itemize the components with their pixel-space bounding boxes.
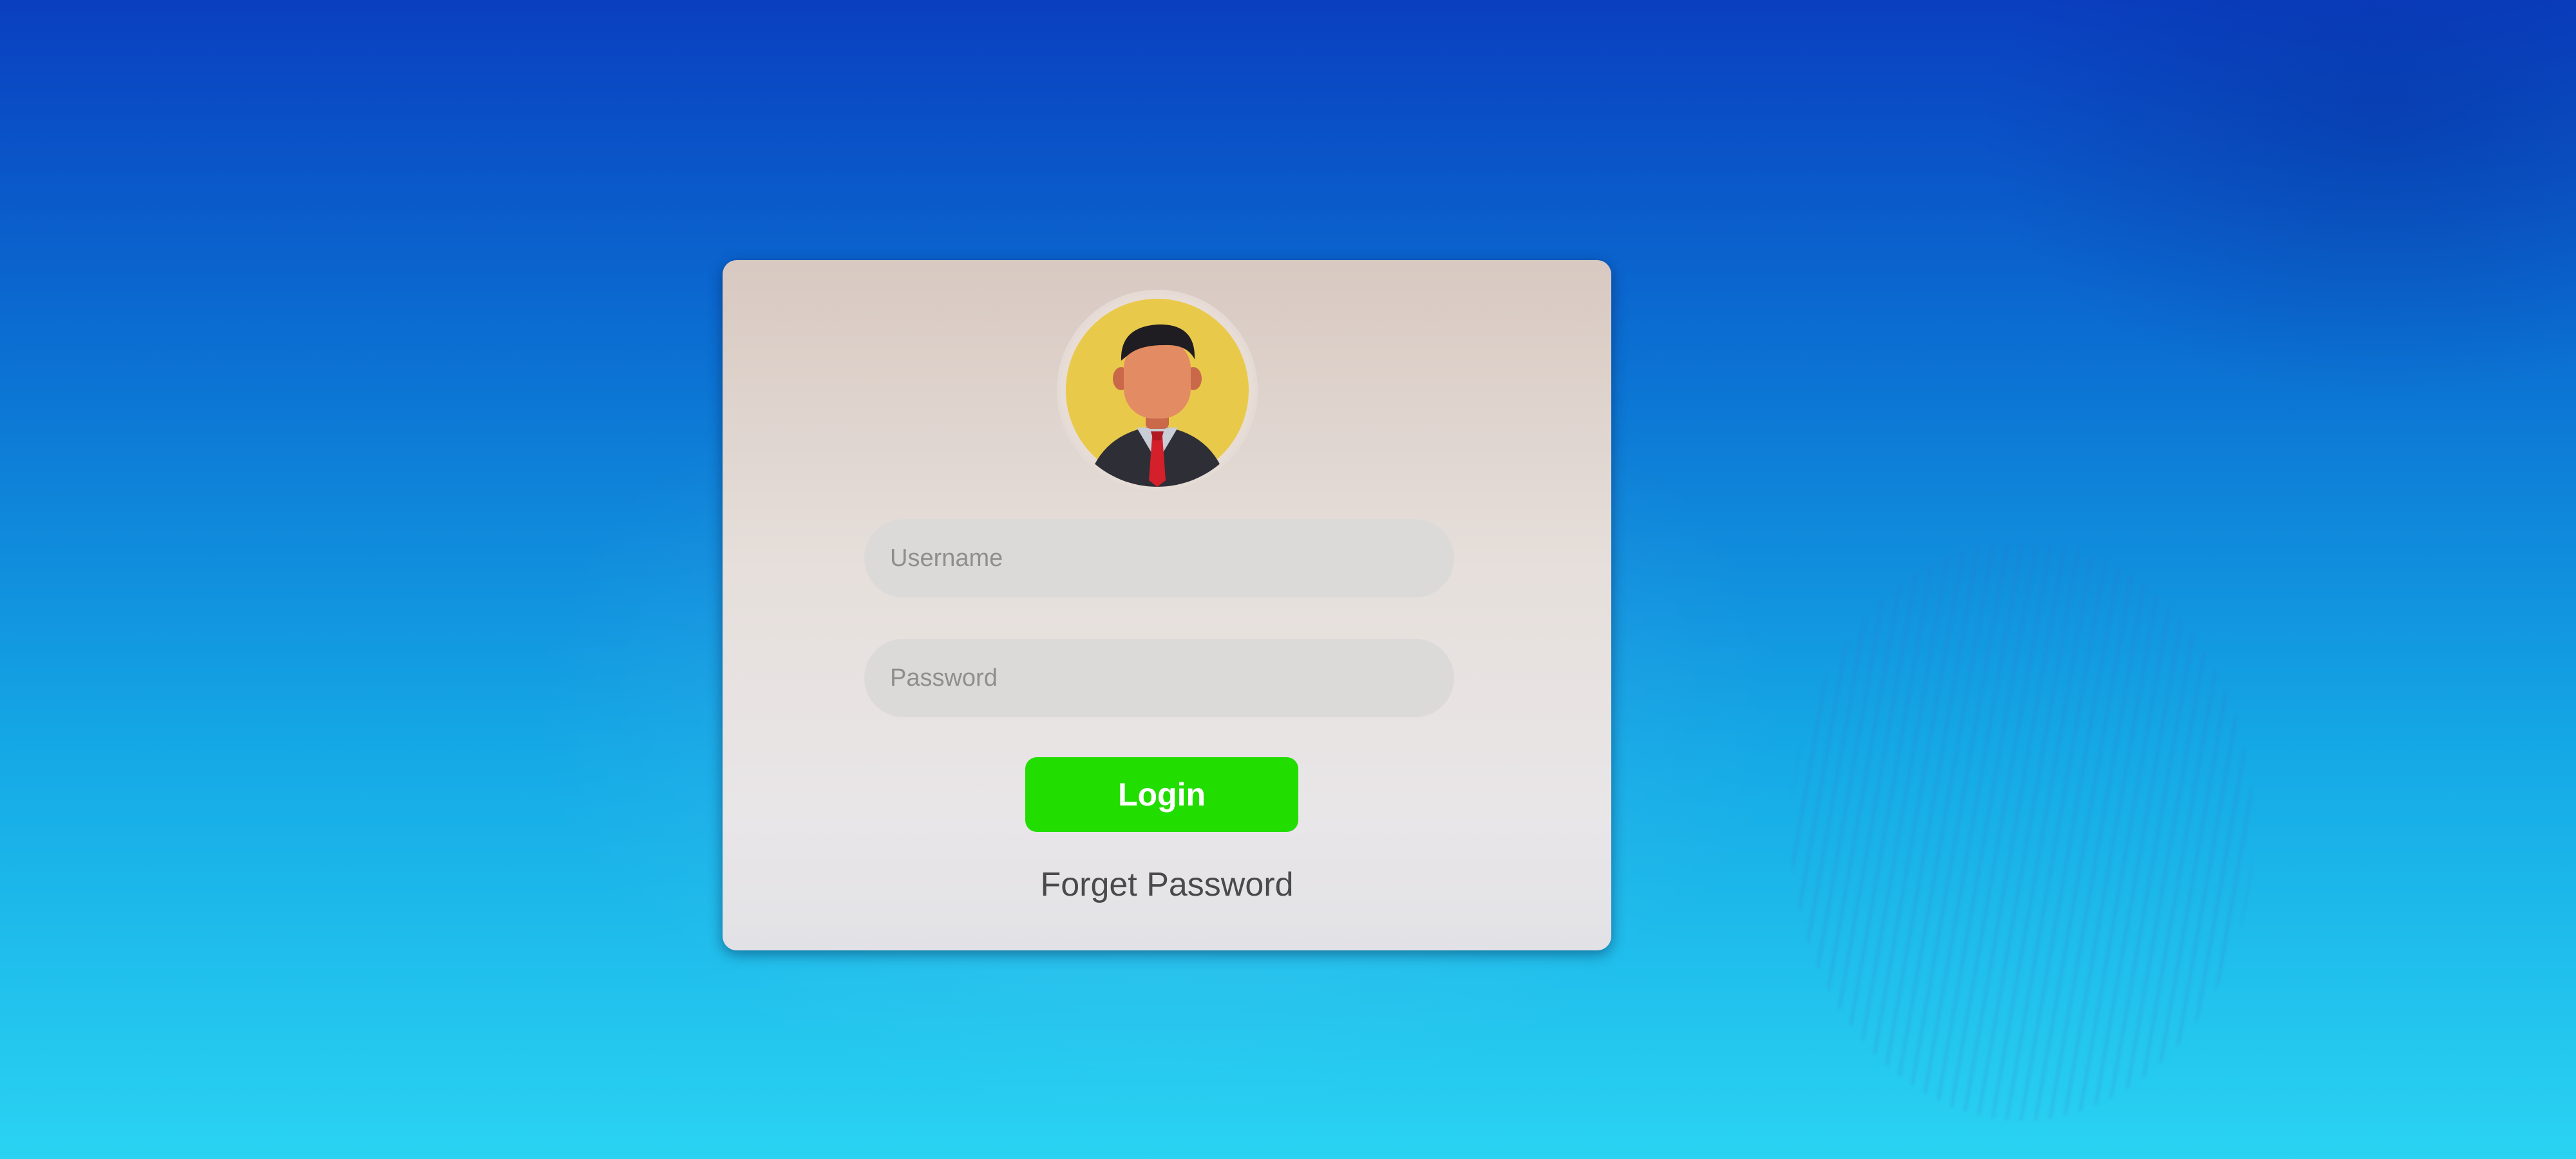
forget-password-link[interactable]: Forget Password <box>935 865 1399 904</box>
password-input[interactable] <box>864 639 1454 717</box>
businessman-avatar-icon <box>1061 294 1254 487</box>
screen-moire-pattern <box>1790 541 2254 1120</box>
desktop-background: Login Forget Password <box>0 0 2576 1159</box>
login-button[interactable]: Login <box>1025 757 1298 832</box>
username-input[interactable] <box>864 519 1454 598</box>
login-dialog: Login Forget Password <box>723 260 1611 950</box>
